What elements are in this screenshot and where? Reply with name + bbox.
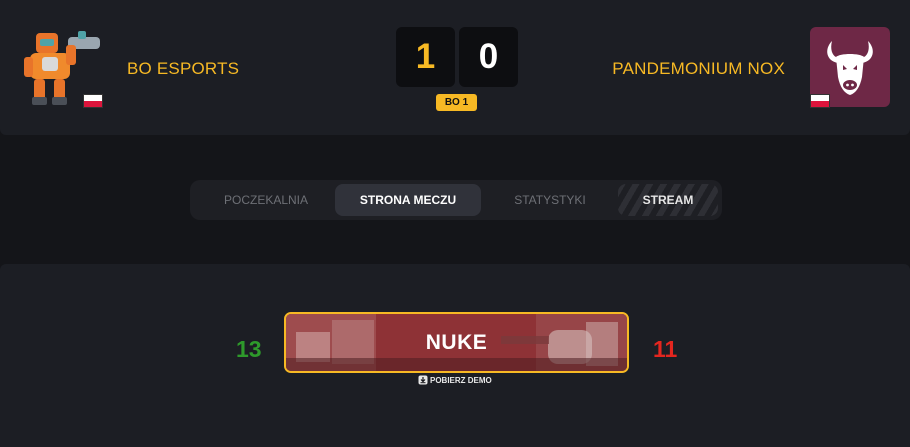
team-left-score: 1 — [396, 27, 455, 87]
download-demo-label: POBIERZ DEMO — [430, 375, 492, 385]
team-left-flag — [83, 94, 103, 108]
best-of-badge: BO 1 — [436, 94, 477, 111]
tab-strona-meczu[interactable]: STRONA MECZU — [335, 184, 481, 216]
map-banner-nuke[interactable]: NUKE — [284, 312, 629, 373]
map-score-left: 13 — [236, 336, 262, 362]
tab-stream[interactable]: STREAM — [618, 184, 718, 216]
team-right-flag — [810, 94, 830, 108]
match-tabs: POCZEKALNIA STRONA MECZU STATYSTYKI STRE… — [190, 180, 722, 220]
match-header: BO ESPORTS 1 0 BO 1 PANDEMONIUM NOX — [0, 0, 910, 135]
team-left-name[interactable]: BO ESPORTS — [127, 59, 239, 79]
download-demo-link[interactable]: POBIERZ DEMO — [418, 374, 492, 386]
tab-statystyki[interactable]: STATYSTYKI — [482, 184, 618, 216]
team-right-name[interactable]: PANDEMONIUM NOX — [612, 59, 785, 79]
map-name: NUKE — [425, 330, 488, 354]
team-right-score: 0 — [459, 27, 518, 87]
tab-poczekalnia[interactable]: POCZEKALNIA — [198, 184, 334, 216]
map-score-right: 11 — [653, 336, 678, 362]
download-icon — [418, 375, 428, 385]
